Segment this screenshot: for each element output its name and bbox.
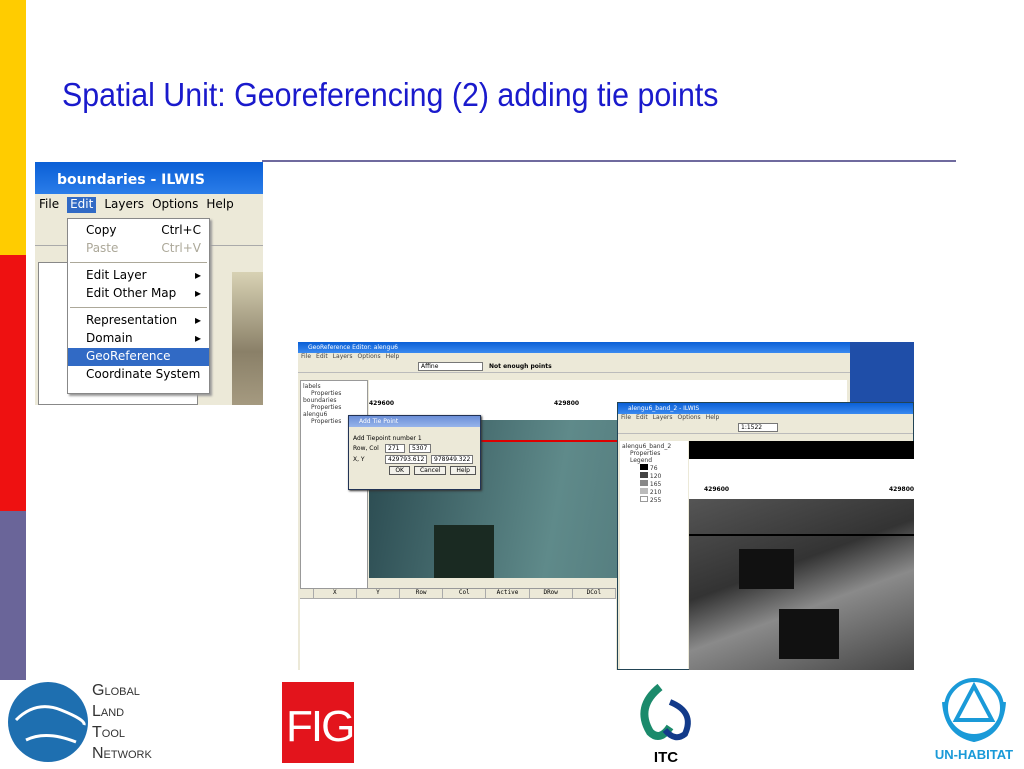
map-view: [232, 272, 263, 405]
menu-file[interactable]: File: [621, 414, 631, 422]
menu-separator: [70, 262, 207, 263]
fig-logo: FIG: [282, 682, 355, 763]
submenu-arrow-icon: ▸: [194, 331, 201, 345]
band-map-window: alengu6_band_2 - ILWIS File Edit Layers Opt…: [617, 402, 914, 670]
menu-help[interactable]: Help: [386, 353, 400, 361]
ilwis-menu-screenshot: boundaries - ILWIS File Edit Layers Opti…: [35, 162, 263, 405]
un-habitat-logo: UN-HABITAT: [924, 672, 1024, 768]
help-button[interactable]: Help: [450, 466, 476, 475]
status-text: Not enough points: [489, 363, 552, 370]
menu-item-copy[interactable]: Copy Ctrl+C: [68, 222, 209, 240]
grayscale-image[interactable]: [689, 499, 914, 670]
menu-item-edit-other-map[interactable]: Edit Other Map ▸: [68, 285, 209, 303]
menu-file[interactable]: File: [301, 353, 311, 361]
menu-options[interactable]: Options: [678, 414, 701, 422]
dialog-title: Add Tie Point: [349, 416, 480, 427]
menu-help[interactable]: Help: [206, 197, 233, 213]
menu-help[interactable]: Help: [706, 414, 720, 422]
slide-title: Spatial Unit: Georeferencing (2) adding …: [62, 76, 719, 113]
menu-layers[interactable]: Layers: [333, 353, 353, 361]
globe-icon: [8, 682, 88, 762]
menu-bar: File Edit Layers Options Help: [298, 353, 850, 361]
itc-logo: ITC: [630, 682, 702, 766]
un-emblem-icon: [942, 678, 1006, 743]
menu-item-representation[interactable]: Representation ▸: [68, 312, 209, 330]
gltn-wordmark: Global Land Tool Network: [92, 682, 152, 762]
menu-separator: [70, 307, 207, 308]
menu-layers[interactable]: Layers: [104, 197, 144, 213]
menu-item-domain[interactable]: Domain ▸: [68, 330, 209, 348]
tiepoint-table[interactable]: X Y Row Col Active DRow DCol: [300, 588, 616, 670]
menu-edit[interactable]: Edit: [316, 353, 328, 361]
title-divider: [262, 160, 956, 162]
transformation-select[interactable]: Affine: [418, 362, 483, 371]
toolbar: 1:1522: [618, 422, 913, 434]
window-title: boundaries - ILWIS: [35, 162, 263, 194]
menu-edit[interactable]: Edit: [67, 197, 97, 213]
accent-bar-purple: [0, 511, 26, 680]
scale-input[interactable]: 1:1522: [738, 423, 778, 432]
menu-item-paste: Paste Ctrl+V: [86, 241, 201, 255]
row-input[interactable]: 271: [385, 444, 405, 453]
menu-item-georeference[interactable]: GeoReference: [68, 348, 209, 366]
menu-file[interactable]: File: [39, 197, 59, 213]
georeference-screenshot: GeoReference Editor: alengu6 File Edit Lay…: [298, 342, 914, 670]
menu-options[interactable]: Options: [152, 197, 198, 213]
submenu-arrow-icon: ▸: [194, 313, 201, 327]
menu-item-coordinate-system[interactable]: Coordinate System: [68, 366, 209, 384]
itc-swirl-icon: [640, 683, 691, 741]
menu-item-edit-layer[interactable]: Edit Layer ▸: [68, 267, 209, 285]
menu-edit[interactable]: Edit: [636, 414, 648, 422]
menu-bar: File Edit Layers Options Help: [618, 414, 913, 422]
accent-bar-red: [0, 255, 26, 511]
window-title: alengu6_band_2 - ILWIS: [618, 403, 913, 414]
toolbar: Affine Not enough points: [298, 361, 850, 373]
cancel-button[interactable]: Cancel: [413, 466, 447, 475]
dialog-prompt: Add Tiepoint number 1: [353, 435, 422, 442]
col-input[interactable]: 5307: [409, 444, 431, 453]
x-input[interactable]: 429793.612: [385, 455, 427, 464]
window-title: GeoReference Editor: alengu6: [298, 342, 850, 353]
submenu-arrow-icon: ▸: [194, 286, 201, 300]
edit-menu: Copy Ctrl+C Paste Ctrl+V Edit Layer ▸ Edit …: [67, 218, 210, 394]
gltn-logo: [6, 680, 90, 769]
menu-layers[interactable]: Layers: [653, 414, 673, 422]
layer-tree: alengu6_band_2 Properties Legend 76 120 16…: [620, 441, 688, 669]
add-tie-point-dialog: Add Tie Point Add Tiepoint number 1 Row,…: [348, 415, 481, 490]
y-input[interactable]: 978949.322: [431, 455, 473, 464]
ok-button[interactable]: OK: [389, 466, 410, 475]
menu-bar: File Edit Layers Options Help: [35, 194, 263, 216]
accent-bar-yellow: [0, 0, 26, 255]
menu-options[interactable]: Options: [358, 353, 381, 361]
submenu-arrow-icon: ▸: [194, 268, 201, 282]
